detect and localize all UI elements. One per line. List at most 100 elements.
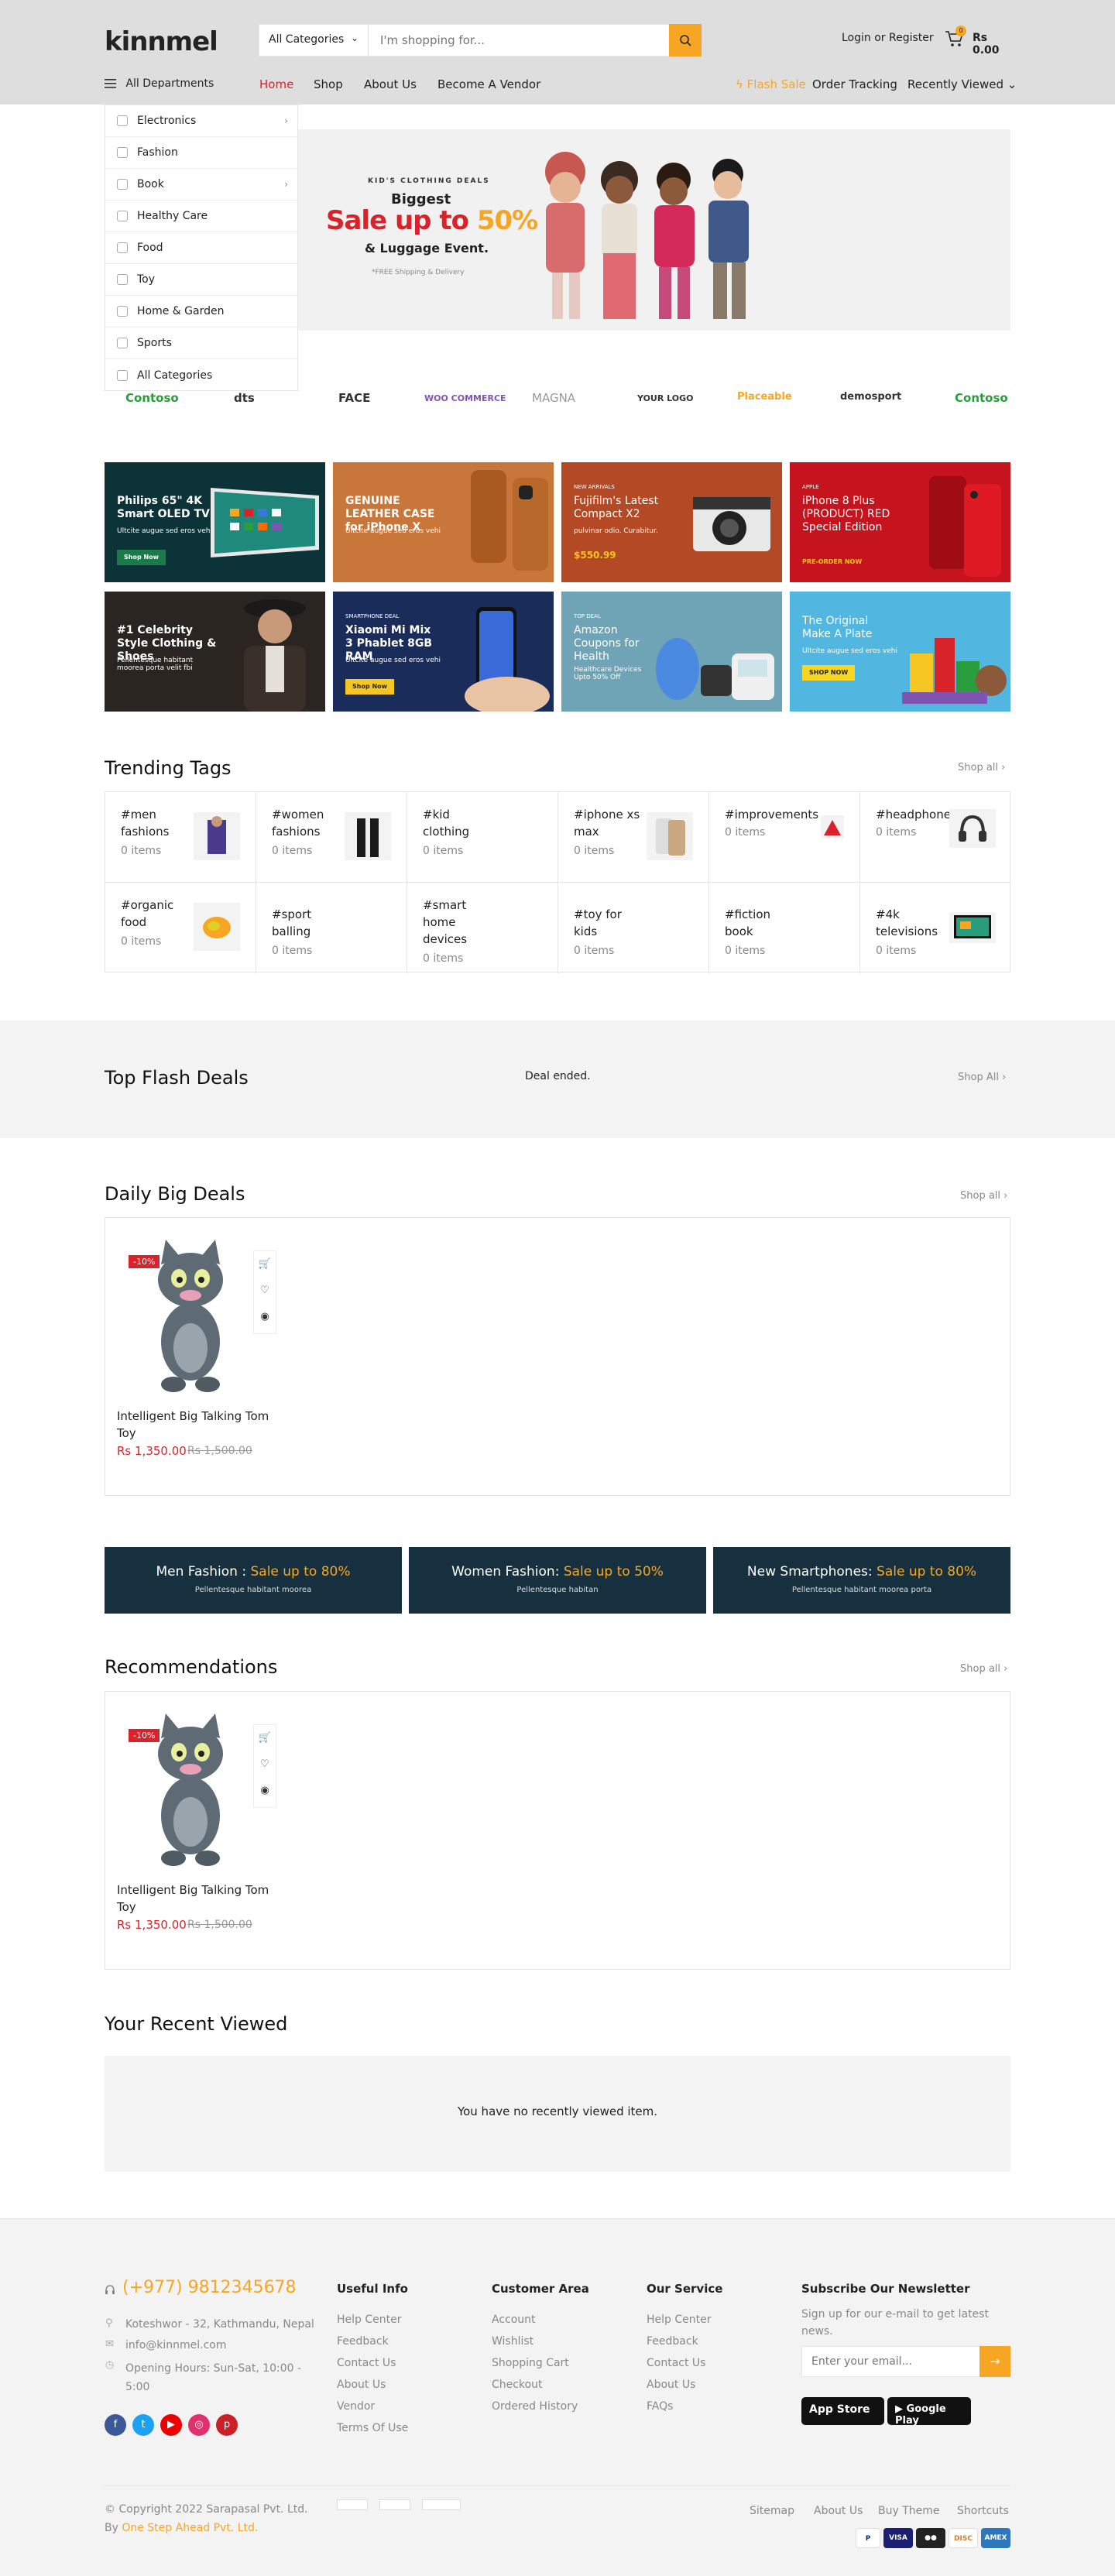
promo-banner-leather-case[interactable]: GENUINE LEATHER CASE for iPhone X Ultcit… — [333, 462, 554, 582]
nav-home[interactable]: Home — [259, 77, 293, 91]
footer-link[interactable]: Help Center — [647, 2314, 712, 2326]
brand-logo[interactable]: MAGNA — [532, 391, 575, 405]
nav-become-vendor[interactable]: Become A Vendor — [437, 77, 540, 91]
footer-bottom-link[interactable]: Sitemap — [750, 2505, 794, 2517]
add-to-cart-icon[interactable]: 🛒 — [254, 1725, 276, 1751]
footer-link[interactable]: Wishlist — [492, 2335, 533, 2348]
promo-banner-celebrity[interactable]: #1 Celebrity Style Clothing & Shoes Pell… — [105, 592, 325, 712]
footer-link[interactable]: FAQs — [647, 2400, 673, 2413]
product-name[interactable]: Intelligent Big Talking Tom Toy — [117, 1408, 272, 1442]
category-select[interactable]: All Categories ⌄ — [259, 25, 369, 56]
shop-now-button[interactable]: Shop Now — [345, 679, 395, 695]
tag-card[interactable]: #iphone xs max 0 items — [558, 792, 709, 883]
daily-shop-all-link[interactable]: Shop all › — [960, 1190, 1007, 1202]
nav-recently-viewed[interactable]: Recently Viewed ⌄ — [907, 77, 1017, 91]
tag-card[interactable]: #headphones 0 items — [860, 792, 1011, 883]
promo-banner-camera[interactable]: NEW ARRIVALS Fujifilm's Latest Compact X… — [561, 462, 782, 582]
tag-card[interactable]: #women fashions 0 items — [256, 792, 407, 883]
tag-card[interactable]: #sport balling 0 items — [256, 883, 407, 973]
nav-order-tracking[interactable]: Order Tracking — [812, 77, 897, 91]
footer-credit-link[interactable]: One Step Ahead Pvt. Ltd. — [122, 2522, 258, 2534]
footer-link[interactable]: Checkout — [492, 2379, 543, 2391]
tag-card[interactable]: #toy for kids 0 items — [558, 883, 709, 973]
newsletter-email-input[interactable] — [802, 2347, 979, 2376]
nav-flash-sale[interactable]: ϟ Flash Sale — [736, 77, 806, 91]
youtube-icon[interactable]: ▶ — [160, 2414, 182, 2436]
footer-phone[interactable]: (+977) 9812345678 — [122, 2278, 297, 2297]
add-to-cart-icon[interactable]: 🛒 — [254, 1251, 276, 1278]
dept-item-toy[interactable]: Toy — [105, 264, 297, 296]
flash-shop-all-link[interactable]: Shop All › — [958, 1072, 1006, 1083]
dept-item-sports[interactable]: Sports — [105, 328, 297, 359]
brand-logo[interactable]: WOO COMMERCE — [424, 393, 506, 403]
smartphones-banner[interactable]: New Smartphones: Sale up to 80% Pellente… — [713, 1547, 1010, 1614]
tag-card[interactable]: #men fashions 0 items — [105, 792, 256, 883]
shop-now-button[interactable]: SHOP NOW — [802, 665, 856, 681]
shop-now-button[interactable]: Shop Now — [117, 550, 166, 565]
footer-link[interactable]: Terms Of Use — [337, 2422, 408, 2434]
wishlist-heart-icon[interactable]: ♡ — [254, 1751, 276, 1778]
footer-link[interactable]: Ordered History — [492, 2400, 578, 2413]
facebook-icon[interactable]: f — [105, 2414, 126, 2436]
twitter-icon[interactable]: t — [132, 2414, 154, 2436]
tag-card[interactable]: #kid clothing 0 items — [407, 792, 558, 883]
promo-banner-iphone[interactable]: APPLE iPhone 8 Plus (PRODUCT) RED Specia… — [790, 462, 1010, 582]
brand-logo[interactable]: Placeable — [737, 391, 792, 403]
quick-view-eye-icon[interactable]: ◉ — [254, 1304, 276, 1330]
footer-link[interactable]: Account — [492, 2314, 536, 2326]
hero-banner[interactable]: KID'S CLOTHING DEALS Biggest Sale up to … — [298, 129, 1010, 331]
footer-link[interactable]: Feedback — [337, 2335, 389, 2348]
dept-item-fashion[interactable]: Fashion — [105, 137, 297, 169]
nav-shop[interactable]: Shop — [314, 77, 343, 91]
instagram-icon[interactable]: ◎ — [188, 2414, 210, 2436]
promo-banner-toy-plate[interactable]: The Original Make A Plate Ultcite augue … — [790, 592, 1010, 712]
tag-card[interactable]: #improvements 0 items — [709, 792, 860, 883]
brand-logo[interactable]: demosport — [840, 391, 901, 403]
product-name[interactable]: Intelligent Big Talking Tom Toy — [117, 1881, 272, 1916]
tag-card[interactable]: #smart home devices 0 items — [407, 883, 558, 973]
dept-item-home-garden[interactable]: Home & Garden — [105, 296, 297, 328]
brand-logo[interactable]: Contoso — [955, 391, 1008, 405]
brand-logo[interactable]: Contoso — [125, 391, 179, 405]
footer-link[interactable]: About Us — [337, 2379, 386, 2391]
login-link[interactable]: Login or Register — [842, 32, 934, 44]
brand-logo[interactable]: dts — [234, 391, 255, 405]
footer-bottom-link[interactable]: Shortcuts — [957, 2505, 1009, 2517]
brand-logo[interactable]: FACE — [338, 391, 370, 405]
footer-link[interactable]: About Us — [647, 2379, 695, 2391]
footer-link[interactable]: Shopping Cart — [492, 2357, 569, 2369]
footer-link[interactable]: Help Center — [337, 2314, 402, 2326]
pre-order-link[interactable]: PRE-ORDER NOW — [802, 555, 862, 568]
search-input[interactable] — [376, 25, 639, 56]
promo-banner-tv[interactable]: Philips 65" 4K Smart OLED TV Ultcite aug… — [105, 462, 325, 582]
footer-bottom-link[interactable]: About Us — [814, 2505, 863, 2517]
pinterest-icon[interactable]: p — [216, 2414, 238, 2436]
footer-bottom-link[interactable]: Buy Theme — [878, 2505, 940, 2517]
logo[interactable]: kinnmel — [105, 26, 218, 57]
promo-banner-xiaomi[interactable]: SMARTPHONE DEAL Xiaomi Mi Mix 3 Phablet … — [333, 592, 554, 712]
trending-shop-all-link[interactable]: Shop all › — [958, 762, 1005, 773]
tag-card[interactable]: #fiction book 0 items — [709, 883, 860, 973]
wishlist-heart-icon[interactable]: ♡ — [254, 1278, 276, 1304]
tag-card[interactable]: #organic food 0 items — [105, 883, 256, 973]
men-fashion-banner[interactable]: Men Fashion : Sale up to 80% Pellentesqu… — [105, 1547, 402, 1614]
brand-logo[interactable]: YOUR LOGO — [637, 393, 694, 403]
dept-item-healthy-care[interactable]: Healthy Care — [105, 201, 297, 232]
quick-view-eye-icon[interactable]: ◉ — [254, 1778, 276, 1804]
dept-item-food[interactable]: Food — [105, 232, 297, 264]
footer-link[interactable]: Contact Us — [337, 2357, 396, 2369]
app-store-badge[interactable]: App Store — [801, 2397, 884, 2425]
women-fashion-banner[interactable]: Women Fashion: Sale up to 50% Pellentesq… — [409, 1547, 706, 1614]
cart[interactable]: 0 Rs 0.00 — [945, 26, 1014, 57]
dept-item-all-categories[interactable]: All Categories — [105, 359, 297, 391]
dept-item-book[interactable]: Book › — [105, 169, 297, 201]
nav-about-us[interactable]: About Us — [364, 77, 417, 91]
tag-card[interactable]: #4k televisions 0 items — [860, 883, 1011, 973]
footer-email[interactable]: info@kinnmel.com — [125, 2339, 227, 2351]
search-button[interactable] — [669, 24, 702, 57]
footer-link[interactable]: Contact Us — [647, 2357, 705, 2369]
dept-item-electronics[interactable]: Electronics › — [105, 105, 297, 137]
newsletter-submit-button[interactable]: → — [979, 2346, 1010, 2377]
recommendations-shop-all-link[interactable]: Shop all › — [960, 1663, 1007, 1675]
footer-link[interactable]: Vendor — [337, 2400, 375, 2413]
